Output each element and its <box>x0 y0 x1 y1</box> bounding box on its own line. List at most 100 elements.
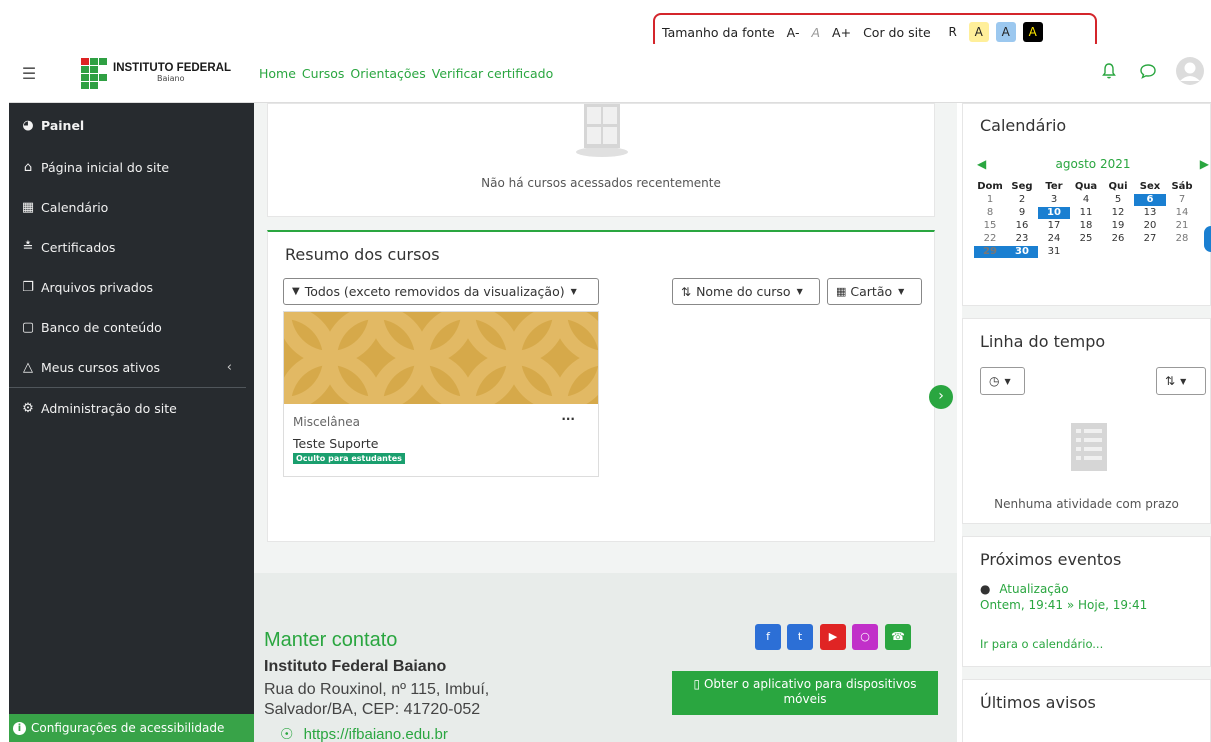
calendar-day-19[interactable]: 19 <box>1102 220 1134 232</box>
mobile-app-button[interactable]: ▯ Obter o aplicativo para dispositivos m… <box>672 671 938 715</box>
course-image[interactable] <box>284 312 598 404</box>
hamburger-menu-icon[interactable]: ☰ <box>9 64 49 83</box>
sidebar-item-pagina-inicial[interactable]: ⌂ Página inicial do site <box>9 147 254 187</box>
more-options-icon[interactable]: ··· <box>561 412 575 426</box>
calendar-day-28[interactable]: 28 <box>1166 233 1198 245</box>
user-avatar-icon[interactable] <box>1175 56 1205 86</box>
event-time[interactable]: Ontem, 19:41 » Hoje, 19:41 <box>980 598 1147 612</box>
mobile-phone-icon: ▯ <box>693 677 701 691</box>
sidebar-item-meus-cursos-ativos[interactable]: △ Meus cursos ativos ‹ <box>9 347 254 387</box>
instagram-icon[interactable]: ○ <box>852 624 878 650</box>
event-link[interactable]: ● Atualização <box>980 582 1069 596</box>
font-increase-button[interactable]: A+ <box>832 25 851 40</box>
nav-link-cursos[interactable]: Cursos <box>302 66 344 81</box>
calendar-day-2[interactable]: 2 <box>1006 194 1038 206</box>
calendar-day-header: Ter <box>1045 181 1063 192</box>
color-black-button[interactable]: A <box>1022 22 1043 42</box>
latest-announcements-block: Últimos avisos <box>962 679 1211 742</box>
calendar-day-14[interactable]: 14 <box>1166 207 1198 219</box>
site-color-label: Cor do site <box>863 24 931 40</box>
sidebar-item-administracao[interactable]: ⚙ Administração do site <box>9 388 254 428</box>
font-normal-button[interactable]: A <box>811 25 820 40</box>
calendar-day-24[interactable]: 24 <box>1038 233 1070 245</box>
site-logo[interactable]: INSTITUTO FEDERAL Baiano <box>81 57 251 89</box>
bell-icon[interactable] <box>1101 62 1117 80</box>
color-yellow-button[interactable]: A <box>968 22 989 42</box>
calendar-day-31[interactable]: 31 <box>1038 246 1070 258</box>
accessibility-settings-link[interactable]: i Configurações de acessibilidade <box>9 714 254 742</box>
calendar-day-13[interactable]: 13 <box>1134 207 1166 219</box>
calendar-day-16[interactable]: 16 <box>1006 220 1038 232</box>
calendar-day-1[interactable]: 1 <box>974 194 1006 206</box>
calendar-day-11[interactable]: 11 <box>1070 207 1102 219</box>
page: Tamanho da fonte A- A A+ Cor do site R A… <box>0 0 1211 742</box>
filter-dropdown[interactable]: ▼ Todos (exceto removidos da visualizaçã… <box>283 278 599 305</box>
nav-link-orientacoes[interactable]: Orientações <box>350 66 425 81</box>
sidebar-item-banco-de-conteudo[interactable]: ▢ Banco de conteúdo <box>9 307 254 347</box>
sidebar-item-calendario[interactable]: ▦ Calendário <box>9 187 254 227</box>
calendar-day-7[interactable]: 7 <box>1166 194 1198 206</box>
calendar-day-8[interactable]: 8 <box>974 207 1006 219</box>
timeline-sort-dropdown[interactable]: ⇅ ▼ <box>1156 367 1206 395</box>
event-name: Atualização <box>999 582 1069 596</box>
timeline-filter-dropdown[interactable]: ◷ ▼ <box>980 367 1025 395</box>
sort-dropdown[interactable]: ⇅ Nome do curso ▼ <box>672 278 820 305</box>
hidden-status-badge: Oculto para estudantes <box>293 453 405 464</box>
calendar-empty-cell <box>1102 246 1134 258</box>
sidebar-item-label: Página inicial do site <box>41 159 170 175</box>
calendar-day-30[interactable]: 30 <box>1006 246 1038 258</box>
calendar-day-4[interactable]: 4 <box>1070 194 1102 206</box>
certificate-icon: ≛ <box>22 239 34 255</box>
announcements-title: Últimos avisos <box>980 693 1096 712</box>
chat-bubble-icon[interactable] <box>1139 63 1157 79</box>
calendar-day-21[interactable]: 21 <box>1166 220 1198 232</box>
calendar-day-15[interactable]: 15 <box>974 220 1006 232</box>
view-dropdown[interactable]: ▦ Cartão ▼ <box>827 278 922 305</box>
go-to-calendar-link[interactable]: Ir para o calendário... <box>980 637 1103 651</box>
nav-link-verificar-certificado[interactable]: Verificar certificado <box>432 66 553 81</box>
font-decrease-button[interactable]: A- <box>787 25 800 40</box>
nav-link-home[interactable]: Home <box>259 66 296 81</box>
calendar-day-29[interactable]: 29 <box>974 246 1006 258</box>
sidebar-item-arquivos-privados[interactable]: ❐ Arquivos privados <box>9 267 254 307</box>
calendar-empty-cell <box>1070 246 1102 258</box>
calendar-day-header: Dom <box>977 181 1003 192</box>
calendar-day-17[interactable]: 17 <box>1038 220 1070 232</box>
youtube-icon[interactable]: ▶ <box>820 624 846 650</box>
course-card[interactable]: Miscelânea ··· Teste Suporte Oculto para… <box>283 311 599 477</box>
calendar-day-26[interactable]: 26 <box>1102 233 1134 245</box>
prev-month-icon[interactable]: ◀ <box>977 157 986 171</box>
calendar-day-5[interactable]: 5 <box>1102 194 1134 206</box>
calendar-day-6[interactable]: 6 <box>1134 194 1166 206</box>
calendar-day-header: Seg <box>1011 181 1033 192</box>
calendar-block: Calendário ◀ agosto 2021 ▶ Dom Seg Ter Qua Q… <box>962 103 1211 306</box>
whatsapp-icon[interactable]: ☎ <box>885 624 911 650</box>
calendar-day-12[interactable]: 12 <box>1102 207 1134 219</box>
font-size-label: Tamanho da fonte <box>662 24 775 40</box>
course-name-link[interactable]: Teste Suporte <box>293 436 378 451</box>
sidebar-item-certificados[interactable]: ≛ Certificados <box>9 227 254 267</box>
twitter-icon[interactable]: t <box>787 624 813 650</box>
calendar-day-22[interactable]: 22 <box>974 233 1006 245</box>
caret-down-icon: ▼ <box>796 287 803 296</box>
calendar-day-27[interactable]: 27 <box>1134 233 1166 245</box>
course-overview-title: Resumo dos cursos <box>285 245 440 264</box>
facebook-icon[interactable]: f <box>755 624 781 650</box>
calendar-day-18[interactable]: 18 <box>1070 220 1102 232</box>
calendar-day-10[interactable]: 10 <box>1038 207 1070 219</box>
calendar-month-nav: ◀ agosto 2021 ▶ <box>977 157 1209 171</box>
empty-recent-message: Não há cursos acessados recentemente <box>481 176 721 190</box>
drawer-toggle-button[interactable]: › <box>929 385 953 409</box>
next-month-icon[interactable]: ▶ <box>1200 157 1209 171</box>
sidebar-item-painel[interactable]: ◕ Painel <box>9 103 254 147</box>
color-reset-button[interactable]: R <box>943 22 963 42</box>
calendar-day-23[interactable]: 23 <box>1006 233 1038 245</box>
calendar-day-25[interactable]: 25 <box>1070 233 1102 245</box>
calendar-day-3[interactable]: 3 <box>1038 194 1070 206</box>
caret-down-icon: ▼ <box>1180 376 1187 386</box>
edge-scroll-button[interactable] <box>1204 226 1211 252</box>
calendar-day-9[interactable]: 9 <box>1006 207 1038 219</box>
footer-website-link[interactable]: ☉ https://ifbaiano.edu.br <box>280 725 448 742</box>
calendar-day-20[interactable]: 20 <box>1134 220 1166 232</box>
color-blue-button[interactable]: A <box>995 22 1016 42</box>
